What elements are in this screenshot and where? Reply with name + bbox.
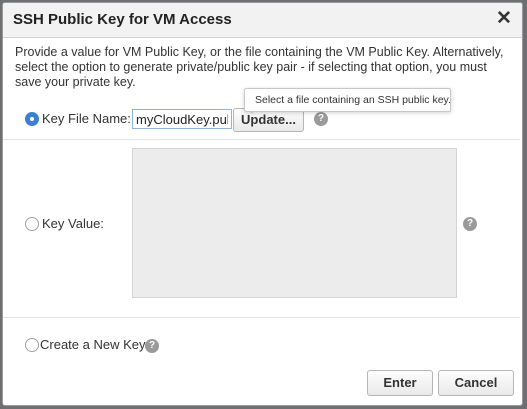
divider: [3, 317, 520, 318]
key-value-radio[interactable]: [25, 217, 39, 231]
key-file-input[interactable]: [132, 109, 232, 129]
dialog-description: Provide a value for VM Public Key, or th…: [15, 45, 504, 89]
key-file-label: Key File Name:: [42, 111, 131, 126]
tooltip: Select a file containing an SSH public k…: [244, 88, 451, 112]
close-icon[interactable]: ✕: [494, 8, 514, 30]
help-icon[interactable]: ?: [314, 112, 328, 126]
cancel-button[interactable]: Cancel: [438, 370, 514, 396]
new-key-label: Create a New Key: [40, 337, 146, 352]
ssh-key-dialog: SSH Public Key for VM Access ✕ Provide a…: [2, 2, 523, 406]
enter-button[interactable]: Enter: [367, 370, 433, 396]
dialog-titlebar: SSH Public Key for VM Access ✕: [3, 3, 522, 38]
divider: [3, 139, 520, 140]
help-icon[interactable]: ?: [463, 217, 477, 231]
key-value-textarea[interactable]: [132, 148, 457, 298]
key-file-radio[interactable]: [25, 112, 39, 126]
key-value-label: Key Value:: [42, 216, 104, 231]
dialog-title: SSH Public Key for VM Access: [13, 11, 232, 28]
new-key-radio[interactable]: [25, 338, 39, 352]
help-icon[interactable]: ?: [145, 339, 159, 353]
